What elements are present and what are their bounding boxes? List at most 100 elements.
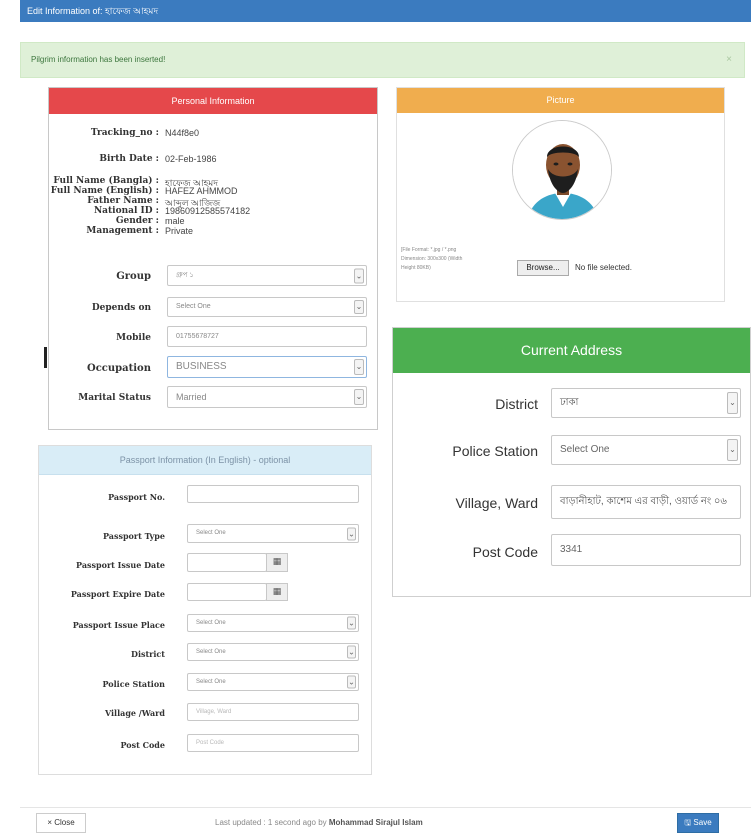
chevron-down-icon: ⌄	[727, 439, 738, 461]
passport-type-label: Passport Type	[102, 531, 165, 541]
close-button[interactable]: × Close	[36, 813, 86, 833]
police-station-value: Select One	[560, 444, 610, 455]
full-name-bangla-label: Full Name (Bangla) :	[53, 176, 159, 186]
no-file-selected-text: No file selected.	[575, 263, 632, 272]
chevron-down-icon: ⌄	[347, 616, 356, 630]
chevron-down-icon: ⌄	[354, 389, 364, 405]
last-updated-prefix: Last updated : 1 second ago by	[215, 818, 327, 827]
save-icon: 🖫	[684, 818, 692, 827]
father-name-label: Father Name :	[87, 196, 159, 206]
passport-district-label: District	[131, 649, 165, 659]
mobile-input[interactable]: 01755678727	[167, 326, 367, 347]
marital-status-label: Marital Status	[78, 393, 151, 403]
depends-on-select[interactable]: Select One ⌄	[167, 297, 367, 317]
passport-village-ward-placeholder: Village, Ward	[196, 709, 232, 715]
calendar-icon[interactable]: ▦	[266, 583, 288, 601]
passport-police-station-select[interactable]: Select One ⌄	[187, 673, 359, 691]
chevron-down-icon: ⌄	[354, 359, 364, 375]
current-address-panel: Current Address District ঢাকা ⌄ Police S…	[392, 327, 751, 597]
passport-information-panel: Passport Information (In English) - opti…	[38, 445, 372, 775]
passport-information-heading: Passport Information (In English) - opti…	[39, 446, 371, 475]
personal-information-panel: Personal Information Tracking_no : N44f8…	[48, 87, 378, 430]
gender-label: Gender :	[115, 216, 159, 226]
district-label: District	[495, 396, 538, 412]
last-updated-text: Last updated : 1 second ago by Mohammad …	[215, 818, 423, 827]
marital-status-value: Married	[176, 392, 207, 402]
tracking-no-value: N44f8e0	[165, 128, 200, 138]
full-name-english-label: Full Name (English) :	[50, 186, 159, 196]
passport-issue-place-select[interactable]: Select One ⌄	[187, 614, 359, 632]
group-select[interactable]: গ্রুপ ১ ⌄	[167, 265, 367, 286]
alert-close-button[interactable]: ×	[726, 43, 732, 77]
footer-divider	[20, 807, 751, 808]
passport-post-code-label: Post Code	[120, 740, 165, 750]
passport-police-station-value: Select One	[196, 679, 226, 685]
birth-date-value: 02-Feb-1986	[165, 154, 217, 164]
chevron-down-icon: ⌄	[347, 645, 356, 659]
text-cursor	[44, 347, 47, 368]
group-value: গ্রুপ ১	[176, 272, 194, 279]
passport-no-input[interactable]	[187, 485, 359, 503]
chevron-down-icon: ⌄	[727, 392, 738, 414]
window-title: Edit Information of: হাফেজ আহমদ	[27, 6, 159, 16]
mobile-label: Mobile	[116, 333, 151, 343]
village-ward-label: Village, Ward	[455, 495, 538, 511]
district-value: ঢাকা	[560, 397, 579, 408]
passport-district-value: Select One	[196, 649, 226, 655]
village-ward-input[interactable]: বাড়ানীহাট, কাশেম এর বাড়ী, ওয়ার্ড নং ০…	[551, 485, 741, 519]
passport-district-select[interactable]: Select One ⌄	[187, 643, 359, 661]
passport-expire-date-label: Passport Expire Date	[70, 589, 165, 599]
file-format-note: [File Format: *.jpg / *.png Dimension: 3…	[401, 247, 463, 271]
browse-button[interactable]: Browse...	[517, 260, 569, 276]
passport-type-select[interactable]: Select One ⌄	[187, 524, 359, 543]
current-address-heading: Current Address	[393, 328, 750, 373]
occupation-select[interactable]: BUSINESS ⌄	[167, 356, 367, 378]
personal-information-heading: Personal Information	[49, 88, 377, 114]
passport-issue-place-value: Select One	[196, 620, 226, 626]
management-label: Management :	[86, 226, 159, 236]
gender-value: male	[165, 216, 185, 226]
occupation-label: Occupation	[87, 363, 151, 374]
marital-status-select[interactable]: Married ⌄	[167, 386, 367, 408]
passport-police-station-label: Police Station	[102, 679, 165, 689]
passport-post-code-input[interactable]: Post Code	[187, 734, 359, 752]
depends-on-value: Select One	[176, 303, 211, 310]
alert-message: Pilgrim information has been inserted!	[31, 55, 166, 64]
chevron-down-icon: ⌄	[354, 300, 364, 314]
passport-no-label: Passport No.	[108, 492, 165, 502]
window-title-bar: Edit Information of: হাফেজ আহমদ	[20, 0, 751, 22]
chevron-down-icon: ⌄	[354, 268, 364, 283]
depends-on-label: Depends on	[91, 303, 151, 313]
national-id-label: National ID :	[93, 206, 159, 216]
passport-expire-date-input[interactable]	[187, 583, 267, 601]
chevron-down-icon: ⌄	[347, 527, 356, 540]
post-code-input[interactable]: 3341	[551, 534, 741, 566]
police-station-select[interactable]: Select One ⌄	[551, 435, 741, 465]
pilgrim-photo	[512, 120, 612, 220]
national-id-value: 19860912585574182	[165, 206, 251, 216]
picture-panel: Picture [File Format: *.jpg / *.png Dime…	[396, 87, 725, 302]
passport-issue-date-input[interactable]	[187, 553, 267, 572]
full-name-english-value: HAFEZ AHMMOD	[165, 186, 238, 196]
post-code-value: 3341	[560, 544, 583, 555]
last-updated-user: Mohammad Sirajul Islam	[328, 818, 423, 827]
passport-post-code-placeholder: Post Code	[196, 740, 225, 746]
village-ward-value: বাড়ানীহাট, কাশেম এর বাড়ী, ওয়ার্ড নং ০…	[560, 496, 727, 507]
avatar-image	[513, 121, 611, 219]
passport-village-ward-input[interactable]: Village, Ward	[187, 703, 359, 721]
passport-issue-date-label: Passport Issue Date	[76, 560, 165, 570]
tracking-no-label: Tracking_no :	[90, 128, 159, 138]
picture-heading: Picture	[397, 88, 724, 113]
chevron-down-icon: ⌄	[347, 675, 356, 689]
management-value: Private	[165, 226, 194, 236]
post-code-label: Post Code	[472, 544, 538, 560]
group-label: Group	[116, 271, 151, 282]
save-button[interactable]: 🖫 Save	[677, 813, 719, 833]
police-station-label: Police Station	[452, 443, 538, 459]
district-select[interactable]: ঢাকা ⌄	[551, 388, 741, 418]
save-label: Save	[693, 818, 712, 827]
success-alert: Pilgrim information has been inserted! ×	[20, 42, 745, 78]
birth-date-label: Birth Date :	[99, 154, 159, 164]
calendar-icon[interactable]: ▦	[266, 553, 288, 572]
occupation-value: BUSINESS	[176, 361, 227, 372]
